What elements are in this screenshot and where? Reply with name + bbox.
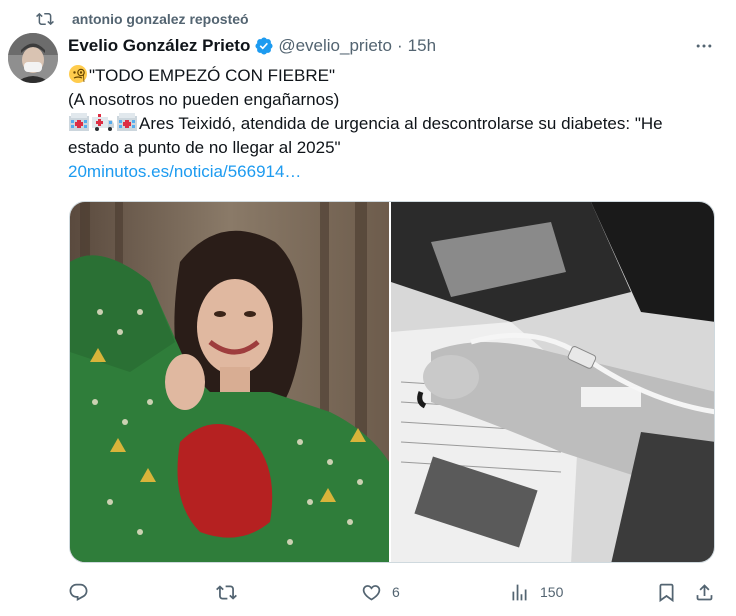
repost-icon — [36, 12, 54, 26]
verified-badge-icon — [255, 37, 273, 55]
author-name[interactable]: Evelio González Prieto — [68, 36, 250, 56]
separator-dot: · — [396, 36, 403, 55]
post-line-3-text: Ares Teixidó, atendida de urgencia al de… — [68, 114, 663, 157]
bookmark-icon — [659, 583, 674, 602]
avatar[interactable] — [8, 33, 58, 83]
repost-context[interactable]: antonio gonzalez reposteó — [36, 8, 249, 30]
article-link[interactable]: 20minutos.es/noticia/566914… — [68, 160, 718, 184]
ambulance-emoji — [92, 114, 114, 131]
author-handle[interactable]: @evelio_prieto — [278, 36, 392, 56]
repost-button[interactable] — [216, 580, 247, 604]
like-icon — [362, 584, 381, 601]
reply-icon — [69, 583, 88, 601]
repost-icon — [216, 584, 237, 600]
reply-button[interactable] — [68, 580, 99, 604]
photo-right[interactable] — [389, 202, 714, 562]
post-line-1: "TODO EMPEZÓ CON FIEBRE" — [68, 64, 718, 88]
post-media[interactable] — [69, 201, 715, 563]
monocle-face-emoji — [69, 65, 87, 83]
photo-left[interactable] — [70, 202, 389, 562]
action-bar: 6 150 — [68, 580, 718, 604]
photo-woman-sweater — [70, 202, 389, 562]
views-count: 150 — [540, 584, 564, 600]
post-line-1-text: "TODO EMPEZÓ CON FIEBRE" — [89, 66, 336, 85]
post-line-3: Ares Teixidó, atendida de urgencia al de… — [68, 112, 718, 160]
share-icon — [696, 583, 713, 600]
post-line-2: (A nosotros no pueden engañarnos) — [68, 90, 340, 109]
repost-label[interactable]: antonio gonzalez reposteó — [72, 11, 249, 27]
photo-arm-iv — [391, 202, 714, 562]
post-text: "TODO EMPEZÓ CON FIEBRE" (A nosotros no … — [68, 64, 718, 184]
post-time[interactable]: 15h — [408, 36, 436, 56]
like-button[interactable]: 6 — [361, 580, 400, 604]
like-count: 6 — [392, 584, 400, 600]
post-header: Evelio González Prieto @evelio_prieto · … — [68, 34, 436, 58]
hospital-emoji — [69, 113, 89, 131]
avatar-image — [8, 33, 58, 83]
hospital-emoji — [117, 113, 137, 131]
share-button[interactable] — [694, 580, 715, 604]
more-icon[interactable] — [694, 36, 714, 56]
bookmark-button[interactable] — [656, 580, 677, 604]
views-button[interactable]: 150 — [509, 580, 563, 604]
views-icon — [512, 584, 527, 600]
